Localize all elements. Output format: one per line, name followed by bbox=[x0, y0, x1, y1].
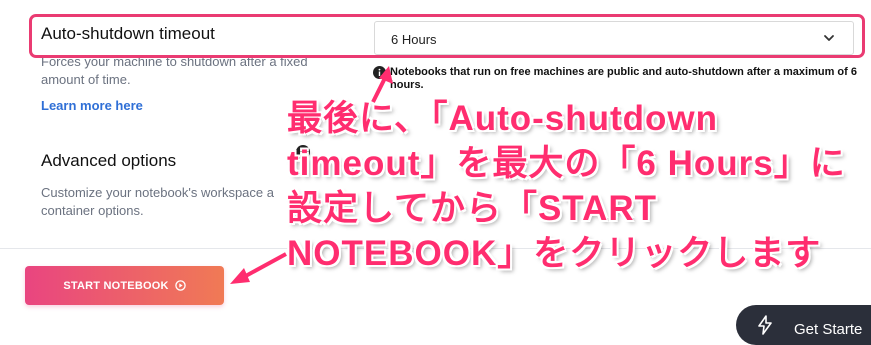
auto-shutdown-select[interactable]: 6 Hours bbox=[374, 21, 854, 55]
play-circle-icon bbox=[174, 280, 186, 291]
get-started-label: Get Starte bbox=[794, 321, 863, 338]
auto-shutdown-title: Auto-shutdown timeout bbox=[41, 24, 215, 43]
annotation-arrow-left bbox=[230, 252, 287, 284]
auto-shutdown-description: Forces your machine to shutdown after a … bbox=[41, 54, 308, 87]
advanced-options-title: Advanced options bbox=[41, 151, 177, 170]
start-notebook-button[interactable]: START NOTEBOOK bbox=[25, 266, 224, 305]
auto-shutdown-selected-value: 6 Hours bbox=[391, 32, 437, 47]
chevron-down-icon bbox=[824, 35, 834, 41]
start-notebook-label: START NOTEBOOK bbox=[63, 279, 169, 292]
get-started-button[interactable]: Get Starte bbox=[736, 305, 871, 345]
annotation-text: 最後に、「Auto-shutdown timeout」を最大の「6 Hours」… bbox=[287, 99, 846, 273]
lightning-icon bbox=[758, 315, 772, 335]
advanced-options-description: Customize your notebook's workspace a co… bbox=[41, 185, 274, 218]
learn-more-link[interactable]: Learn more here bbox=[41, 98, 143, 113]
info-icon bbox=[373, 66, 386, 79]
auto-shutdown-info: Notebooks that run on free machines are … bbox=[390, 66, 857, 91]
